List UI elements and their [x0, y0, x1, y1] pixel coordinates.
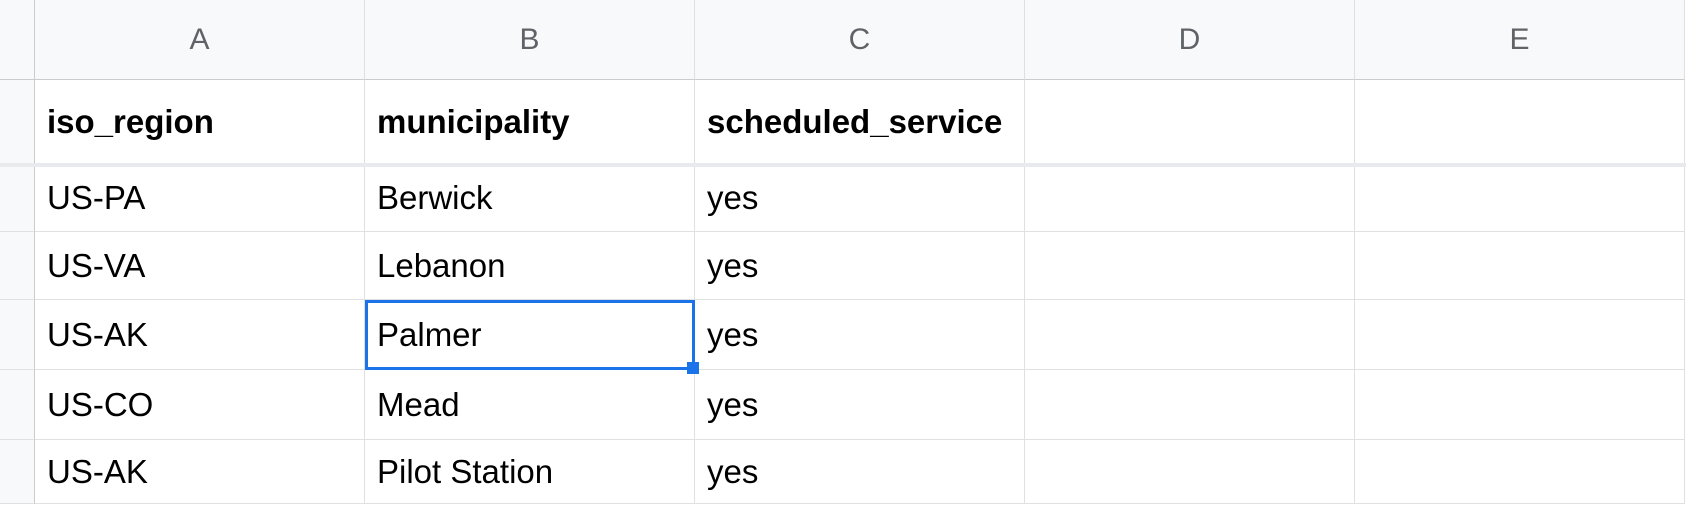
cell-C2[interactable]: yes	[695, 164, 1025, 232]
cell-E5[interactable]	[1355, 370, 1685, 440]
row-header-2[interactable]	[0, 164, 35, 232]
cell-D1[interactable]	[1025, 80, 1355, 164]
cell-A1[interactable]: iso_region	[35, 80, 365, 164]
cell-E1[interactable]	[1355, 80, 1685, 164]
cell-D6[interactable]	[1025, 440, 1355, 504]
cell-C6[interactable]: yes	[695, 440, 1025, 504]
cell-A4[interactable]: US-AK	[35, 300, 365, 370]
cell-D5[interactable]	[1025, 370, 1355, 440]
cell-B1[interactable]: municipality	[365, 80, 695, 164]
cell-D4[interactable]	[1025, 300, 1355, 370]
cell-C3[interactable]: yes	[695, 232, 1025, 300]
cell-B3[interactable]: Lebanon	[365, 232, 695, 300]
cell-D3[interactable]	[1025, 232, 1355, 300]
row-header-4[interactable]	[0, 300, 35, 370]
cell-C4[interactable]: yes	[695, 300, 1025, 370]
col-header-D[interactable]: D	[1025, 0, 1355, 80]
col-header-A[interactable]: A	[35, 0, 365, 80]
cell-C1[interactable]: scheduled_service	[695, 80, 1025, 164]
row-header-5[interactable]	[0, 370, 35, 440]
cell-A6[interactable]: US-AK	[35, 440, 365, 504]
row-header-3[interactable]	[0, 232, 35, 300]
cell-A3[interactable]: US-VA	[35, 232, 365, 300]
cell-D2[interactable]	[1025, 164, 1355, 232]
cell-B2[interactable]: Berwick	[365, 164, 695, 232]
cell-E3[interactable]	[1355, 232, 1685, 300]
cell-C5[interactable]: yes	[695, 370, 1025, 440]
row-header-6[interactable]	[0, 440, 35, 504]
cell-B4[interactable]: Palmer	[365, 300, 695, 370]
cell-E6[interactable]	[1355, 440, 1685, 504]
cell-A5[interactable]: US-CO	[35, 370, 365, 440]
corner-cell[interactable]	[0, 0, 35, 80]
spreadsheet-grid[interactable]: A B C D E iso_region municipality schedu…	[0, 0, 1686, 504]
row-header-1[interactable]	[0, 80, 35, 164]
cell-B6[interactable]: Pilot Station	[365, 440, 695, 504]
cell-B5[interactable]: Mead	[365, 370, 695, 440]
cell-E4[interactable]	[1355, 300, 1685, 370]
frozen-row-divider	[0, 163, 1686, 167]
col-header-C[interactable]: C	[695, 0, 1025, 80]
col-header-B[interactable]: B	[365, 0, 695, 80]
col-header-E[interactable]: E	[1355, 0, 1685, 80]
cell-A2[interactable]: US-PA	[35, 164, 365, 232]
cell-E2[interactable]	[1355, 164, 1685, 232]
